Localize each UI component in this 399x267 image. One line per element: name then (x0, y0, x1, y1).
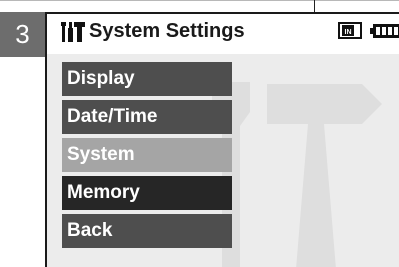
title-bar: System Settings IN (47, 14, 399, 54)
manual-page: 3 System Settings IN Display Date/Time S… (0, 0, 399, 267)
screen-title: System Settings (89, 20, 245, 42)
camera-lcd-screen: System Settings IN Display Date/Time Sys… (45, 12, 399, 267)
menu-item-system[interactable]: System (62, 138, 232, 172)
callout-connector-line (314, 0, 315, 12)
memory-label: IN (345, 29, 352, 36)
battery-icon (370, 24, 399, 38)
tools-background-icon (212, 82, 382, 267)
menu-item-back[interactable]: Back (62, 214, 232, 248)
settings-menu: Display Date/Time System Memory Back (62, 62, 232, 252)
menu-item-date-time[interactable]: Date/Time (62, 100, 232, 134)
top-rule (0, 0, 399, 1)
step-number-badge: 3 (0, 12, 45, 57)
settings-icon (61, 22, 85, 42)
menu-item-memory[interactable]: Memory (62, 176, 232, 210)
internal-memory-icon: IN (338, 22, 362, 39)
menu-item-display[interactable]: Display (62, 62, 232, 96)
